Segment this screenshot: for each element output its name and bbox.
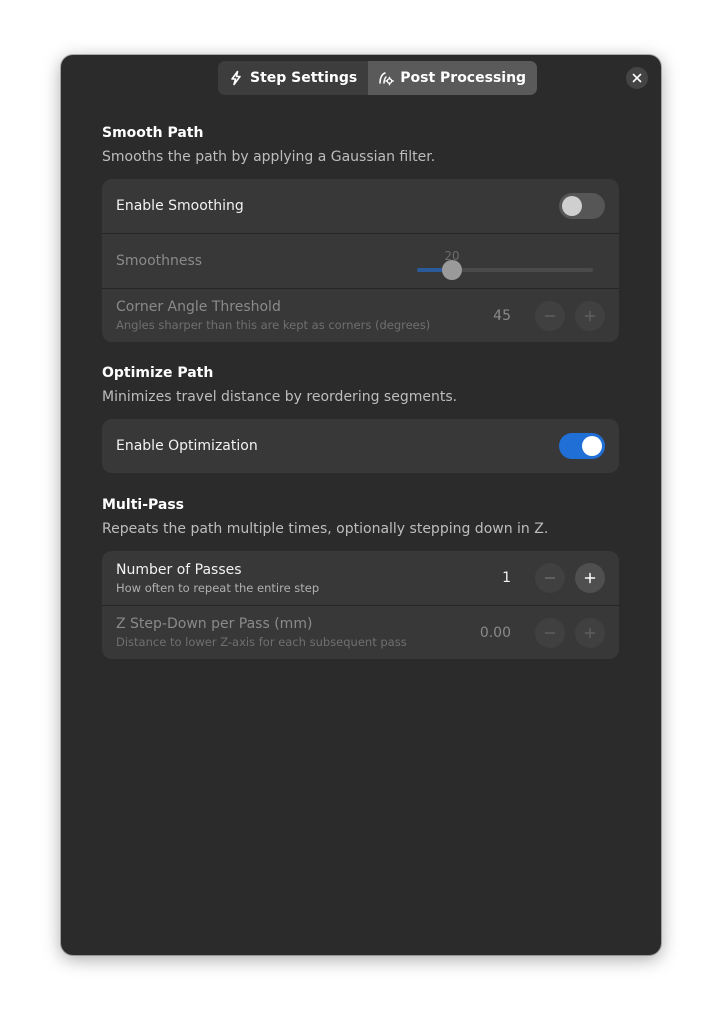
smooth-path-description: Smooths the path by applying a Gaussian … xyxy=(102,149,436,165)
bolt-icon xyxy=(228,70,244,86)
settings-content: Smooth Path Smooths the path by applying… xyxy=(102,124,619,659)
smooth-path-title: Smooth Path xyxy=(102,125,204,141)
increment-button[interactable] xyxy=(575,300,605,331)
number-of-passes-subtitle: How often to repeat the entire step xyxy=(116,580,320,595)
minus-icon xyxy=(544,631,556,634)
z-step-down-row: Z Step-Down per Pass (mm) Distance to lo… xyxy=(102,605,619,659)
corner-angle-stepper: 45 xyxy=(475,300,605,331)
decrement-button[interactable] xyxy=(535,617,565,648)
z-step-down-subtitle: Distance to lower Z-axis for each subseq… xyxy=(116,635,407,649)
tab-step-settings-label: Step Settings xyxy=(250,70,358,86)
corner-angle-label: Corner Angle Threshold xyxy=(116,299,281,315)
enable-optimization-label: Enable Optimization xyxy=(116,438,258,454)
number-of-passes-stepper: 1 xyxy=(475,563,605,593)
smooth-path-group: Smooth Path Smooths the path by applying… xyxy=(102,124,619,342)
enable-optimization-row[interactable]: Enable Optimization xyxy=(102,419,619,473)
optimize-path-card: Enable Optimization xyxy=(102,419,619,473)
smooth-path-card: Enable Smoothing Smoothness 20 Corner An… xyxy=(102,179,619,342)
post-processing-dialog: Step Settings Post Processing Smooth Pat… xyxy=(61,55,661,955)
optimize-path-description: Minimizes travel distance by reordering … xyxy=(102,389,458,405)
close-button[interactable] xyxy=(626,67,648,89)
slider-thumb[interactable] xyxy=(442,260,462,280)
tab-post-processing[interactable]: Post Processing xyxy=(368,61,538,95)
z-step-down-value: 0.00 xyxy=(479,624,511,641)
switch-knob xyxy=(562,196,582,216)
plus-icon xyxy=(584,310,596,321)
multi-pass-title: Multi-Pass xyxy=(102,497,184,513)
minus-icon xyxy=(544,577,556,579)
number-of-passes-row: Number of Passes How often to repeat the… xyxy=(102,551,619,605)
corner-angle-value: 45 xyxy=(493,307,511,324)
increment-button[interactable] xyxy=(575,563,605,593)
tab-step-settings[interactable]: Step Settings xyxy=(218,61,368,95)
enable-smoothing-row[interactable]: Enable Smoothing xyxy=(102,179,619,233)
optimize-path-group: Optimize Path Minimizes travel distance … xyxy=(102,364,619,473)
number-of-passes-label: Number of Passes xyxy=(116,561,242,578)
number-of-passes-value[interactable]: 1 xyxy=(475,570,511,586)
enable-smoothing-switch[interactable] xyxy=(559,193,605,219)
corner-angle-row: Corner Angle Threshold Angles sharper th… xyxy=(102,288,619,342)
tab-post-processing-label: Post Processing xyxy=(400,70,527,86)
multi-pass-description: Repeats the path multiple times, optiona… xyxy=(102,521,549,537)
z-step-down-label: Z Step-Down per Pass (mm) xyxy=(116,616,313,632)
multi-pass-group: Multi-Pass Repeats the path multiple tim… xyxy=(102,496,619,659)
switch-knob xyxy=(582,436,602,456)
decrement-button[interactable] xyxy=(535,300,565,331)
z-step-down-stepper: 0.00 xyxy=(475,617,605,648)
smoothness-row: Smoothness 20 xyxy=(102,233,619,288)
increment-button[interactable] xyxy=(575,617,605,648)
optimize-path-title: Optimize Path xyxy=(102,365,214,381)
plus-icon xyxy=(584,627,596,638)
enable-smoothing-label: Enable Smoothing xyxy=(116,198,244,214)
multi-pass-card: Number of Passes How often to repeat the… xyxy=(102,551,619,659)
corner-angle-subtitle: Angles sharper than this are kept as cor… xyxy=(116,318,431,332)
smoothness-slider[interactable]: 20 xyxy=(417,234,593,288)
plus-icon xyxy=(584,572,596,584)
tune-icon xyxy=(378,70,395,86)
decrement-button[interactable] xyxy=(535,563,565,593)
close-icon xyxy=(632,73,642,83)
enable-optimization-switch[interactable] xyxy=(559,433,605,459)
tab-switcher: Step Settings Post Processing xyxy=(218,61,538,95)
minus-icon xyxy=(544,314,556,317)
